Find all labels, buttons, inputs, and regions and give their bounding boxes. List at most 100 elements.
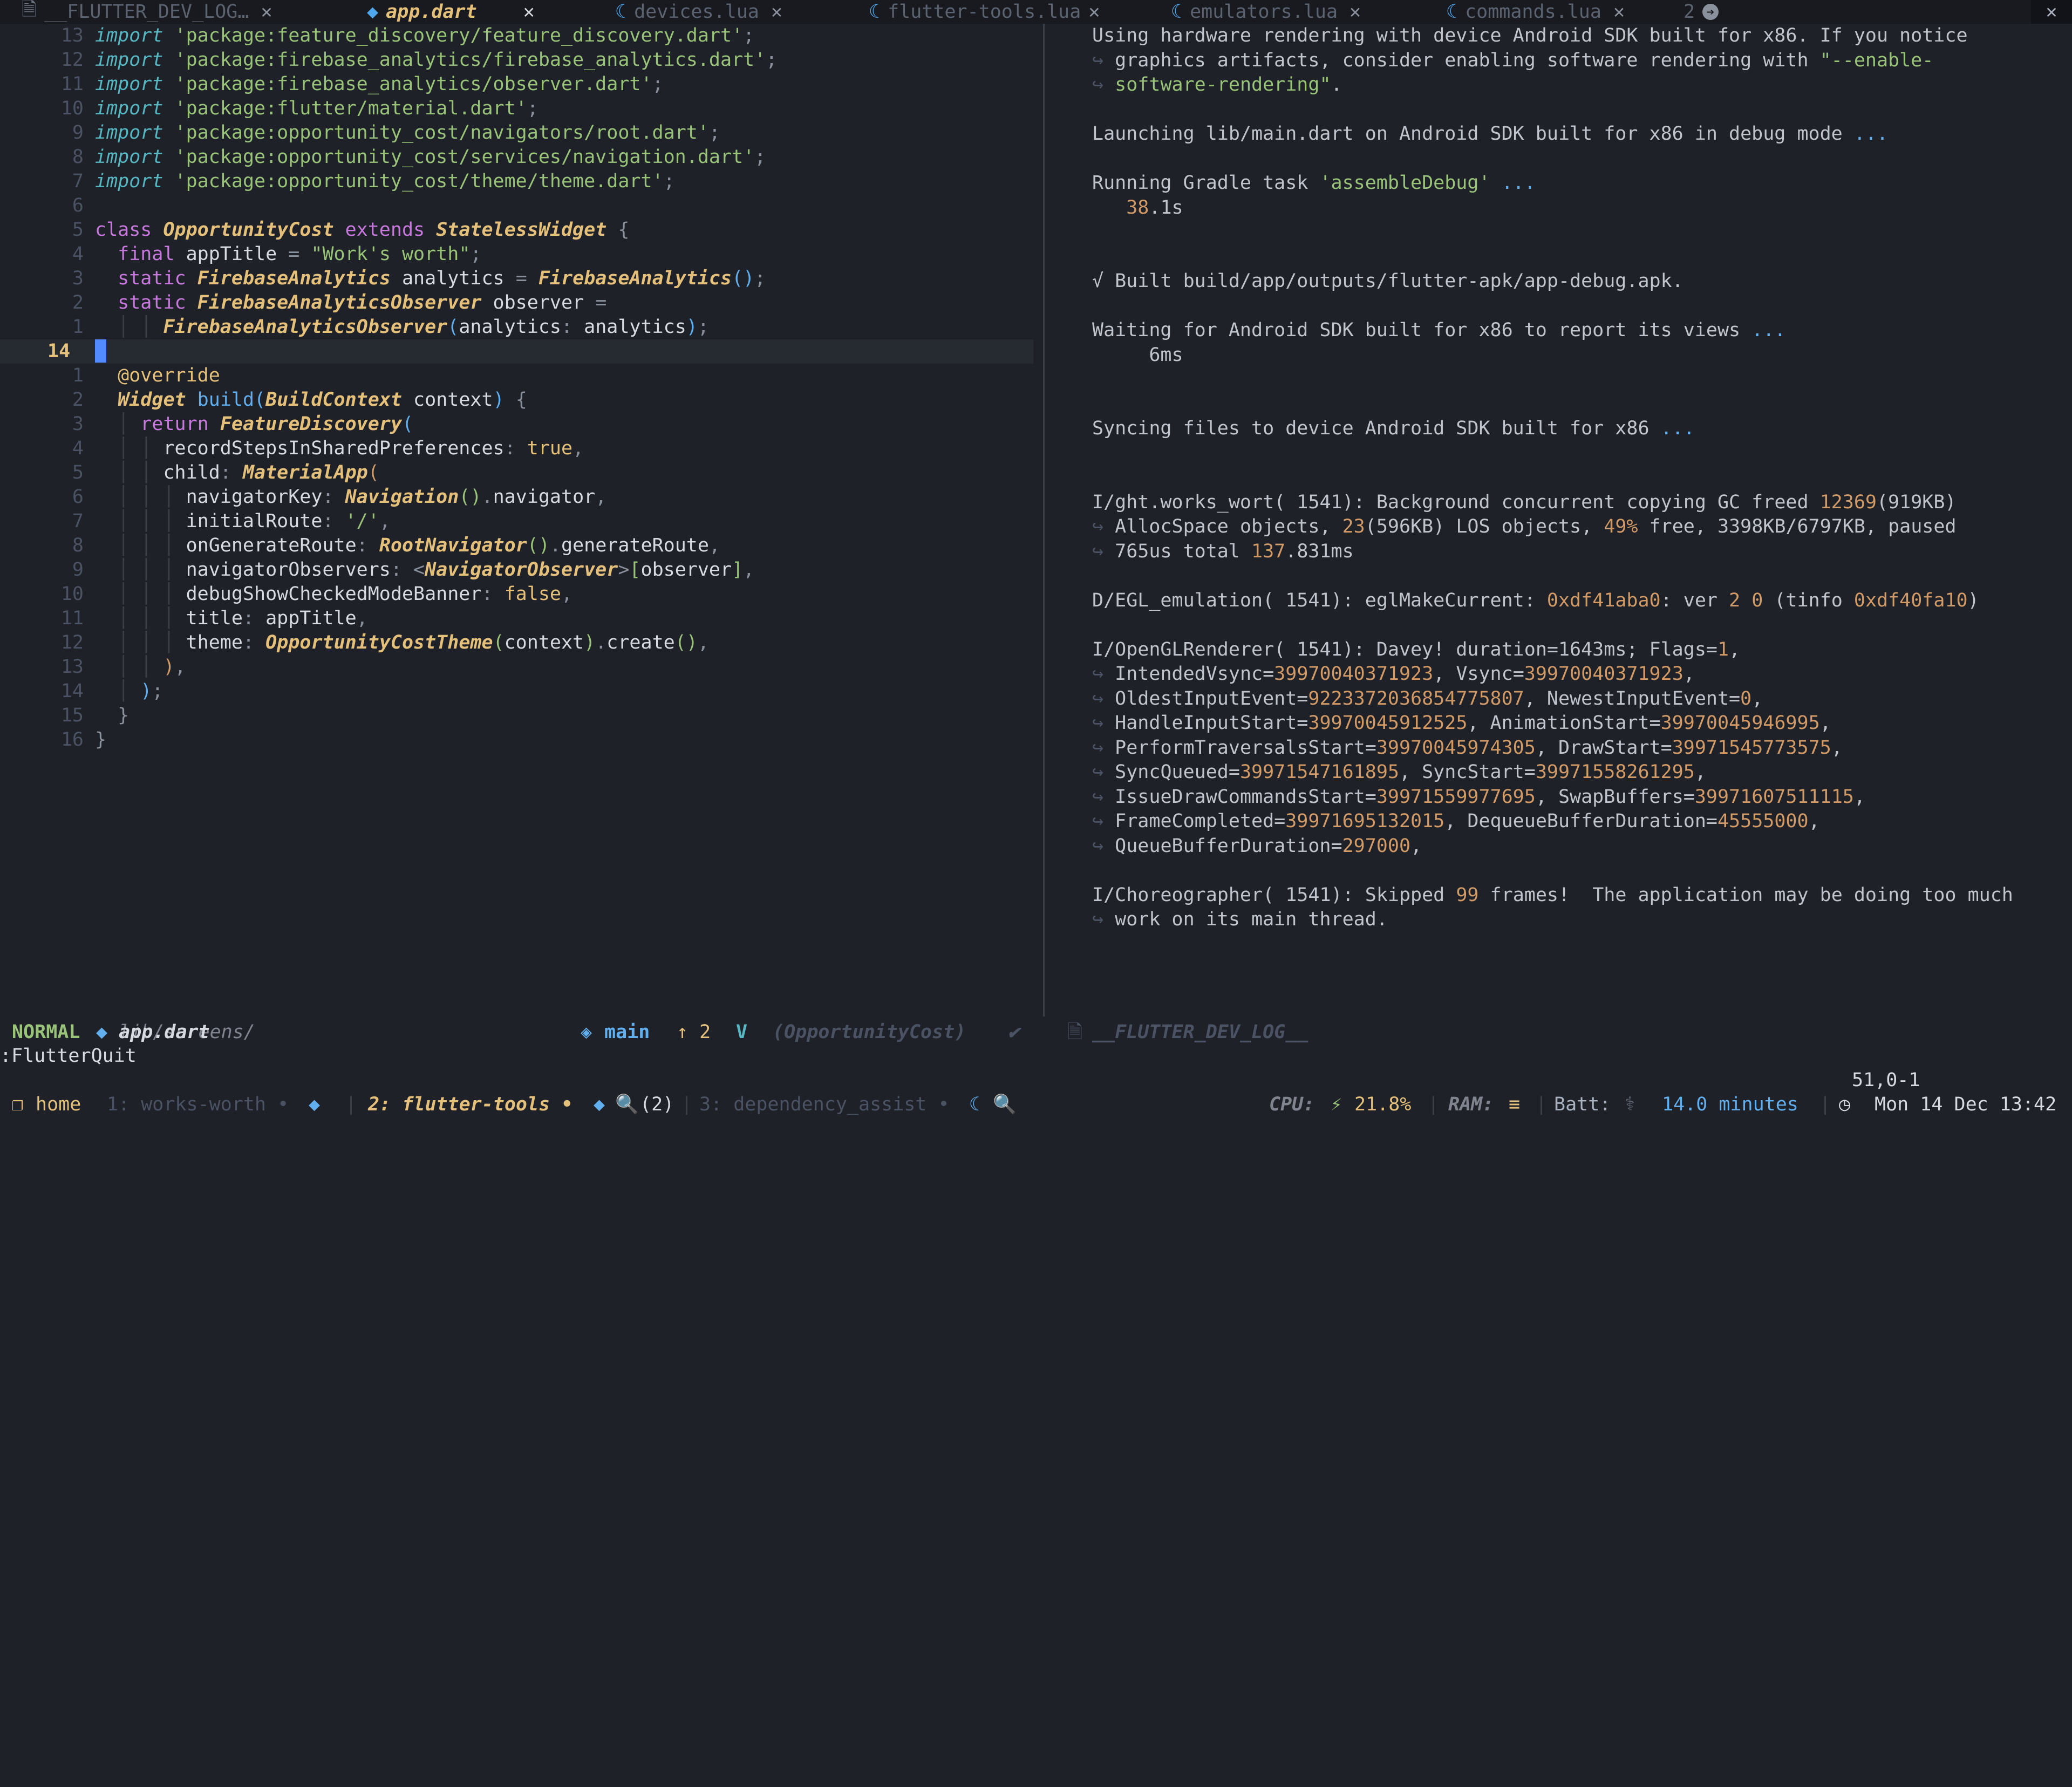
code-line[interactable]: 14 │ );: [0, 679, 1033, 704]
tmux-window-2[interactable]: 2: flutter-tools •: [368, 1092, 572, 1117]
code-line[interactable]: 5 class OpportunityCost extends Stateless…: [0, 218, 1033, 242]
line-number: 5: [72, 219, 84, 241]
tab-flutter-dev-log[interactable]: 🗎 __FLUTTER_DEV_LOG… ✕: [22, 0, 272, 24]
code-token: :: [322, 486, 334, 508]
tab-commands-lua[interactable]: ☾ commands.lua ✕: [1446, 0, 1625, 24]
ram-value: ≡: [1509, 1094, 1521, 1115]
editor-pane[interactable]: 13 import 'package:feature_discovery/feat…: [0, 24, 1041, 1017]
code-line[interactable]: 7 import 'package:opportunity_cost/theme/…: [0, 169, 1033, 194]
code-token: ;: [663, 170, 675, 192]
code-line[interactable]: 6 │ │ │ navigatorKey: Navigation().navig…: [0, 485, 1033, 509]
tmux-separator: |: [1428, 1094, 1440, 1115]
tab-emulators-lua[interactable]: ☾ emulators.lua ✕: [1171, 0, 1361, 24]
wrap-indicator-icon: ↪: [1092, 687, 1115, 710]
code-token: observer: [481, 292, 596, 313]
code-token: {: [515, 389, 527, 411]
code-line[interactable]: 13 │ │ ),: [0, 655, 1033, 679]
code-token: FeatureDiscovery: [220, 413, 402, 435]
code-context: (OpportunityCost): [773, 1021, 966, 1043]
flutter-log-pane[interactable]: Using hardware rendering with device And…: [1092, 24, 2069, 1017]
log-line: ↪ IssueDrawCommandsStart=39971559977695,…: [1092, 785, 1865, 809]
log-token: Running Gradle task: [1092, 172, 1320, 194]
tab-label: __FLUTTER_DEV_LOG…: [44, 1, 249, 23]
close-icon[interactable]: ✕: [1088, 1, 1100, 23]
code-line[interactable]: 11 import 'package:firebase_analytics/obs…: [0, 72, 1033, 97]
code-line[interactable]: 7 │ │ │ initialRoute: '/',: [0, 509, 1033, 534]
code-line[interactable]: 1 @override: [0, 364, 1033, 388]
code-line[interactable]: 1 │ │ FirebaseAnalyticsObserver(analytic…: [0, 315, 1033, 339]
log-line: ↪ OldestInputEvent=9223372036854775807, …: [1092, 687, 1763, 711]
code-line[interactable]: 4 final appTitle = "Work's worth";: [0, 242, 1033, 267]
code-line[interactable]: 15 }: [0, 704, 1033, 728]
split-divider[interactable]: [1043, 24, 1045, 1017]
code-line[interactable]: 9 import 'package:opportunity_cost/naviga…: [0, 121, 1033, 145]
code-token: ): [584, 632, 596, 653]
code-line[interactable]: 3 static FirebaseAnalytics analytics = F…: [0, 267, 1033, 291]
code-line[interactable]: 9 │ │ │ navigatorObservers: <NavigatorOb…: [0, 558, 1033, 582]
code-line[interactable]: 16}: [0, 728, 1033, 752]
close-icon[interactable]: ✕: [1613, 1, 1625, 23]
command-line[interactable]: :FlutterQuit: [0, 1043, 137, 1068]
tab-flutter-tools-lua[interactable]: ☾ flutter-tools.lua ✕: [869, 0, 1100, 24]
code-line[interactable]: 12 │ │ │ theme: OpportunityCostTheme(con…: [0, 631, 1033, 655]
tmux-window-1[interactable]: 1: works-worth •: [107, 1092, 289, 1117]
line-number: 10: [60, 98, 84, 119]
line-number: 2: [72, 389, 84, 411]
code-line[interactable]: 6: [0, 194, 1033, 218]
tab-app-dart[interactable]: ◆ app.dart ✕: [367, 0, 535, 24]
log-token: ): Background concurrent copying GC free…: [1342, 491, 1820, 513]
code-line[interactable]: 2 Widget build(BuildContext context) {: [0, 388, 1033, 412]
code-token: =: [288, 243, 300, 265]
code-line[interactable]: 11 │ │ │ title: appTitle,: [0, 606, 1033, 631]
code-token: ,: [708, 535, 720, 556]
log-line: √ Built build/app/outputs/flutter-apk/ap…: [1092, 269, 1684, 294]
log-line: 6ms: [1092, 343, 1183, 367]
code-line[interactable]: 13 import 'package:feature_discovery/feat…: [0, 24, 1033, 48]
code-line[interactable]: 3 │ return FeatureDiscovery(: [0, 412, 1033, 436]
code-token: (: [493, 632, 505, 653]
close-icon[interactable]: ✕: [261, 1, 272, 23]
code-token: ,: [379, 510, 391, 532]
code-text: import 'package:firebase_analytics/obser…: [95, 72, 664, 97]
session-icon: ❐: [12, 1094, 24, 1115]
close-icon[interactable]: ✕: [523, 1, 535, 23]
code-line[interactable]: 10 import 'package:flutter/material.dart'…: [0, 97, 1033, 121]
code-token: StatelessWidget: [436, 219, 607, 241]
log-token: ...: [1751, 319, 1786, 341]
log-token: SyncQueued=: [1115, 761, 1240, 783]
close-icon: ✕: [2046, 1, 2057, 23]
log-token: , SyncStart=: [1399, 761, 1536, 783]
tab-overflow-count: 2: [1684, 1, 1695, 23]
tab-overflow[interactable]: 2 ➔: [1684, 0, 1719, 24]
close-icon[interactable]: ✕: [771, 1, 782, 23]
code-line[interactable]: 12 import 'package:firebase_analytics/fir…: [0, 48, 1033, 72]
log-line: Running Gradle task 'assembleDebug' ...: [1092, 171, 1536, 195]
code-line[interactable]: 2 static FirebaseAnalyticsObserver obser…: [0, 291, 1033, 315]
code-line[interactable]: 10 │ │ │ debugShowCheckedModeBanner: fal…: [0, 582, 1033, 606]
close-icon[interactable]: ✕: [1349, 1, 1361, 23]
log-token: 39970045912525: [1308, 712, 1468, 734]
line-number: 8: [72, 146, 84, 168]
text-cursor: [95, 339, 106, 363]
code-token: ;: [743, 25, 755, 46]
code-line[interactable]: 14: [0, 339, 1033, 364]
tab-devices-lua[interactable]: ☾ devices.lua ✕: [615, 0, 782, 24]
code-text: │ │ │ debugShowCheckedModeBanner: false,: [95, 582, 572, 606]
code-text: }: [95, 704, 129, 728]
code-token: onGenerateRoute: [186, 535, 357, 556]
code-line[interactable]: 8 │ │ │ onGenerateRoute: RootNavigator()…: [0, 534, 1033, 558]
tmux-window-3[interactable]: 3: dependency_assist •: [699, 1092, 950, 1117]
code-token: (: [401, 413, 414, 435]
log-line: I/OpenGLRenderer( 1541): Davey! duration…: [1092, 638, 1740, 662]
code-line[interactable]: 5 │ │ child: MaterialApp(: [0, 461, 1033, 485]
log-line: I/ght.works_wort( 1541): Background conc…: [1092, 490, 1956, 515]
line-number: 13: [60, 25, 84, 46]
code-line[interactable]: 8 import 'package:opportunity_cost/servic…: [0, 145, 1033, 169]
close-all-button[interactable]: ✕: [2031, 0, 2072, 24]
code-text: import 'package:firebase_analytics/fireb…: [95, 48, 777, 72]
code-line[interactable]: 4 │ │ recordStepsInSharedPreferences: tr…: [0, 436, 1033, 461]
